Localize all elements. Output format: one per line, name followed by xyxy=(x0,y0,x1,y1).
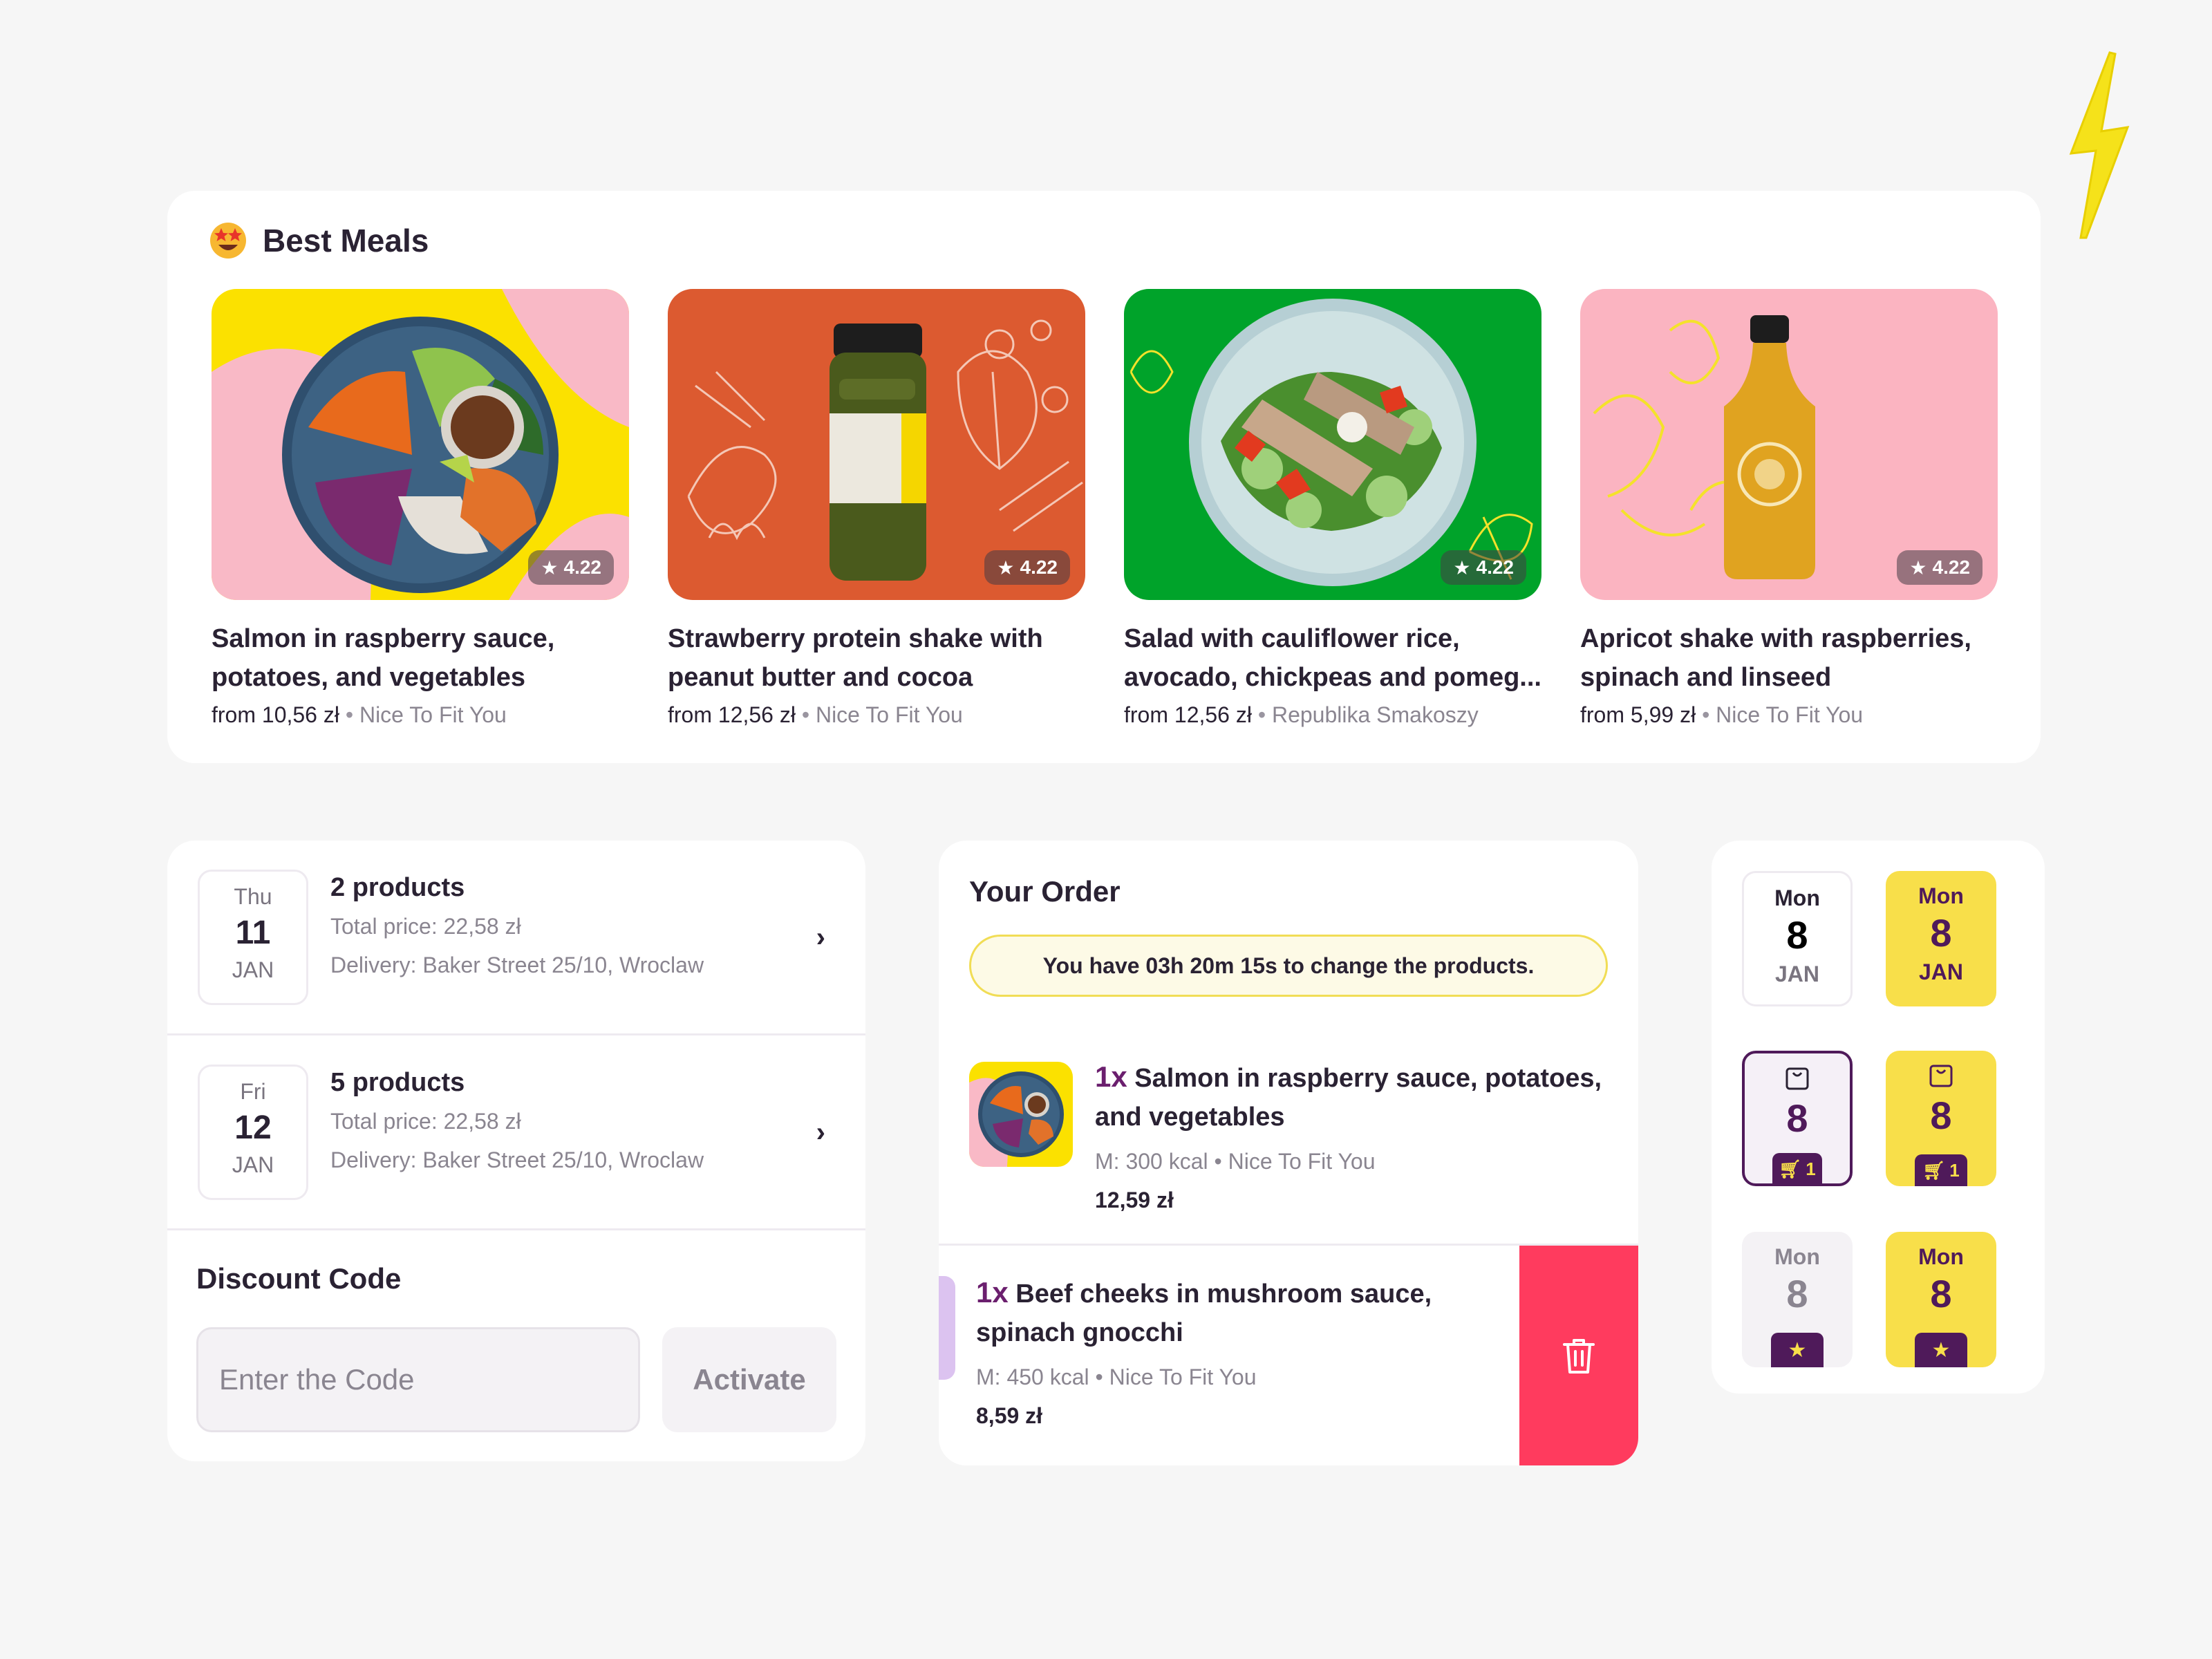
star-icon: ★ xyxy=(997,556,1015,579)
best-meals-title: Best Meals xyxy=(263,223,429,259)
date-box: Thu 11 JAN xyxy=(198,870,308,1005)
star-icon: ★ xyxy=(1453,556,1471,579)
order-row[interactable]: Fri 12 JAN 5 products Total price: 22,58… xyxy=(167,1035,865,1230)
meal-title[interactable]: Apricot shake with raspberries, spinach … xyxy=(1580,619,1998,697)
meal-card[interactable]: ★ 4.22 Salad with cauliflower rice, avoca… xyxy=(1124,289,1541,728)
discount-code-label: Discount Code xyxy=(196,1262,402,1295)
star-icon: ★ xyxy=(1909,556,1927,579)
meal-title[interactable]: Strawberry protein shake with peanut but… xyxy=(668,619,1085,697)
star-icon: ★ xyxy=(1771,1333,1824,1367)
discount-code-input[interactable] xyxy=(196,1327,640,1432)
meal-image[interactable]: ★ 4.22 xyxy=(1580,289,1998,600)
order-item-name: 1x Beef cheeks in mushroom sauce, spinac… xyxy=(976,1276,1432,1347)
meal-card[interactable]: ★ 4.22 Apricot shake with raspberries, sp… xyxy=(1580,289,1998,728)
cart-count-badge: 🛒︎ 1 xyxy=(1772,1153,1822,1185)
meal-card[interactable]: ★ 4.22 Strawberry protein shake with pean… xyxy=(668,289,1085,728)
date-tile-with-cart-selected[interactable]: 8 🛒︎ 1 xyxy=(1886,1051,1996,1186)
order-info: 2 products Total price: 22,58 zł Deliver… xyxy=(330,868,704,984)
order-product-count: 2 products xyxy=(330,873,465,902)
meal-meta: from 12,56 zł • Nice To Fit You xyxy=(668,702,963,727)
order-item-quantity: 1x xyxy=(1095,1060,1127,1093)
order-item-price: 12,59 zł xyxy=(1095,1188,1174,1212)
orders-card: Thu 11 JAN 2 products Total price: 22,58… xyxy=(167,841,865,1461)
order-delivery: Delivery: Baker Street 25/10, Wroclaw xyxy=(330,953,704,977)
trash-icon xyxy=(1563,1339,1595,1374)
meal-image[interactable]: ★ 4.22 xyxy=(212,289,629,600)
meal-title[interactable]: Salmon in raspberry sauce, potatoes, and… xyxy=(212,619,629,697)
meal-meta: from 12,56 zł • Republika Smakoszy xyxy=(1124,702,1479,727)
order-row[interactable]: Thu 11 JAN 2 products Total price: 22,58… xyxy=(167,841,865,1035)
meal-title[interactable]: Salad with cauliflower rice, avocado, ch… xyxy=(1124,619,1541,697)
order-delivery: Delivery: Baker Street 25/10, Wroclaw xyxy=(330,1147,704,1172)
order-total: Total price: 22,58 zł xyxy=(330,914,521,939)
star-icon: ★ xyxy=(541,556,559,579)
order-item-swiped[interactable]: 1x Beef cheeks in mushroom sauce, spinac… xyxy=(939,1246,1638,1465)
salmon-bowl-thumbnail-image xyxy=(969,1062,1073,1167)
best-meals-card: Best Meals ★ 4.22 Salmon in raspberry sa… xyxy=(167,191,2041,763)
rating-badge: ★ 4.22 xyxy=(1441,550,1526,585)
change-timer-banner: You have 03h 20m 15s to change the produ… xyxy=(969,935,1608,997)
order-item-thumbnail xyxy=(969,1062,1073,1167)
order-item-meta: M: 300 kcal • Nice To Fit You xyxy=(1095,1149,1376,1174)
date-tile-favorite-disabled[interactable]: Mon 8 ★ xyxy=(1742,1232,1853,1367)
meal-card[interactable]: ★ 4.22 Salmon in raspberry sauce, potatoe… xyxy=(212,289,629,728)
order-item-body: 1x Beef cheeks in mushroom sauce, spinac… xyxy=(976,1273,1460,1435)
rating-badge: ★ 4.22 xyxy=(1897,550,1983,585)
date-tile-selected[interactable]: Mon 8 JAN xyxy=(1886,871,1996,1006)
delete-item-button[interactable] xyxy=(1519,1246,1638,1465)
order-item-quantity: 1x xyxy=(976,1276,1009,1309)
order-product-count: 5 products xyxy=(330,1068,465,1097)
shopping-bag-icon xyxy=(1929,1065,1953,1087)
order-item-price: 8,59 zł xyxy=(976,1403,1043,1428)
order-item[interactable]: 1x Salmon in raspberry sauce, potatoes, … xyxy=(939,1027,1638,1246)
rating-badge: ★ 4.22 xyxy=(984,550,1070,585)
chevron-right-icon[interactable]: › xyxy=(816,1117,825,1148)
meal-meta: from 10,56 zł • Nice To Fit You xyxy=(212,702,507,727)
order-info: 5 products Total price: 22,58 zł Deliver… xyxy=(330,1063,704,1179)
activate-button[interactable]: Activate xyxy=(662,1327,836,1432)
order-item-name: 1x Salmon in raspberry sauce, potatoes, … xyxy=(1095,1060,1602,1132)
lightning-icon xyxy=(2069,51,2130,239)
meal-image[interactable]: ★ 4.22 xyxy=(1124,289,1541,600)
date-tiles-card: Mon 8 JAN Mon 8 JAN 8 🛒︎ 1 8 🛒︎ 1 Mon 8 ★ … xyxy=(1712,841,2045,1394)
order-total: Total price: 22,58 zł xyxy=(330,1109,521,1134)
date-tile-default[interactable]: Mon 8 JAN xyxy=(1742,871,1853,1006)
your-order-title: Your Order xyxy=(969,875,1121,908)
cart-count-badge: 🛒︎ 1 xyxy=(1915,1154,1967,1186)
star-eyes-emoji-icon xyxy=(210,223,246,259)
date-tile-with-cart[interactable]: 8 🛒︎ 1 xyxy=(1742,1051,1853,1186)
cart-icon: 🛒︎ xyxy=(1779,1158,1802,1179)
cart-icon: 🛒︎ xyxy=(1922,1159,1946,1181)
chevron-right-icon[interactable]: › xyxy=(816,922,825,953)
star-icon: ★ xyxy=(1915,1333,1967,1367)
order-item-meta: M: 450 kcal • Nice To Fit You xyxy=(976,1365,1257,1389)
meal-meta: from 5,99 zł • Nice To Fit You xyxy=(1580,702,1864,727)
best-meals-header: Best Meals xyxy=(209,221,429,260)
shopping-bag-icon xyxy=(1785,1067,1809,1090)
order-item-body: 1x Salmon in raspberry sauce, potatoes, … xyxy=(1095,1058,1620,1219)
meal-image[interactable]: ★ 4.22 xyxy=(668,289,1085,600)
order-item-thumbnail xyxy=(939,1276,955,1380)
rating-badge: ★ 4.22 xyxy=(528,550,614,585)
your-order-card: Your Order You have 03h 20m 15s to chang… xyxy=(939,841,1638,1465)
date-tile-favorite-selected[interactable]: Mon 8 ★ xyxy=(1886,1232,1996,1367)
date-box: Fri 12 JAN xyxy=(198,1065,308,1200)
